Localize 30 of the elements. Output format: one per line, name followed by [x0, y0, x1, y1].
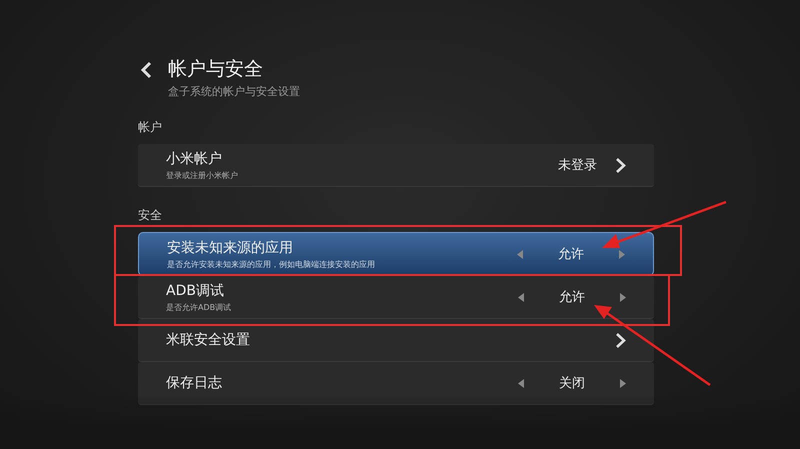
- settings-row[interactable]: 安装未知来源的应用 是否允许安装未知来源的应用，例如电脑端连接安装的应用 允许: [138, 232, 654, 276]
- settings-row[interactable]: 米联安全设置: [138, 319, 654, 362]
- setting-value: 未登录: [558, 157, 597, 174]
- setting-label: 保存日志: [166, 374, 223, 392]
- settings-row[interactable]: 保存日志 关闭: [138, 362, 654, 405]
- settings-row[interactable]: 小米帐户 登录或注册小米帐户 未登录: [138, 144, 654, 187]
- setting-description: 登录或注册小米帐户: [166, 170, 239, 180]
- setting-description: 是否允许安装未知来源的应用，例如电脑端连接安装的应用: [167, 258, 376, 270]
- section-heading: 安全: [138, 207, 163, 224]
- chevron-right-icon: [615, 332, 626, 348]
- chevron-right-icon: [615, 156, 626, 174]
- right-triangle-icon[interactable]: [619, 250, 625, 258]
- section-heading: 帐户: [138, 119, 163, 136]
- settings-row[interactable]: ADB调试 是否允许ADB调试 允许: [138, 276, 654, 319]
- right-triangle-icon[interactable]: [620, 292, 626, 302]
- left-triangle-icon[interactable]: [518, 378, 524, 388]
- setting-description: 是否允许ADB调试: [166, 302, 232, 312]
- setting-label: ADB调试: [166, 282, 225, 300]
- setting-label: 小米帐户: [166, 150, 223, 168]
- setting-value: 关闭: [558, 375, 586, 392]
- page-title: 帐户与安全: [168, 57, 264, 82]
- left-triangle-icon[interactable]: [518, 292, 524, 302]
- setting-value: 允许: [557, 246, 585, 263]
- page-subtitle: 盒子系统的帐户与安全设置: [168, 84, 300, 99]
- back-icon[interactable]: [140, 61, 152, 79]
- setting-label: 米联安全设置: [166, 331, 251, 349]
- setting-value: 允许: [558, 289, 586, 306]
- right-triangle-icon[interactable]: [620, 378, 626, 388]
- setting-label: 安装未知来源的应用: [167, 238, 294, 256]
- left-triangle-icon[interactable]: [517, 250, 523, 258]
